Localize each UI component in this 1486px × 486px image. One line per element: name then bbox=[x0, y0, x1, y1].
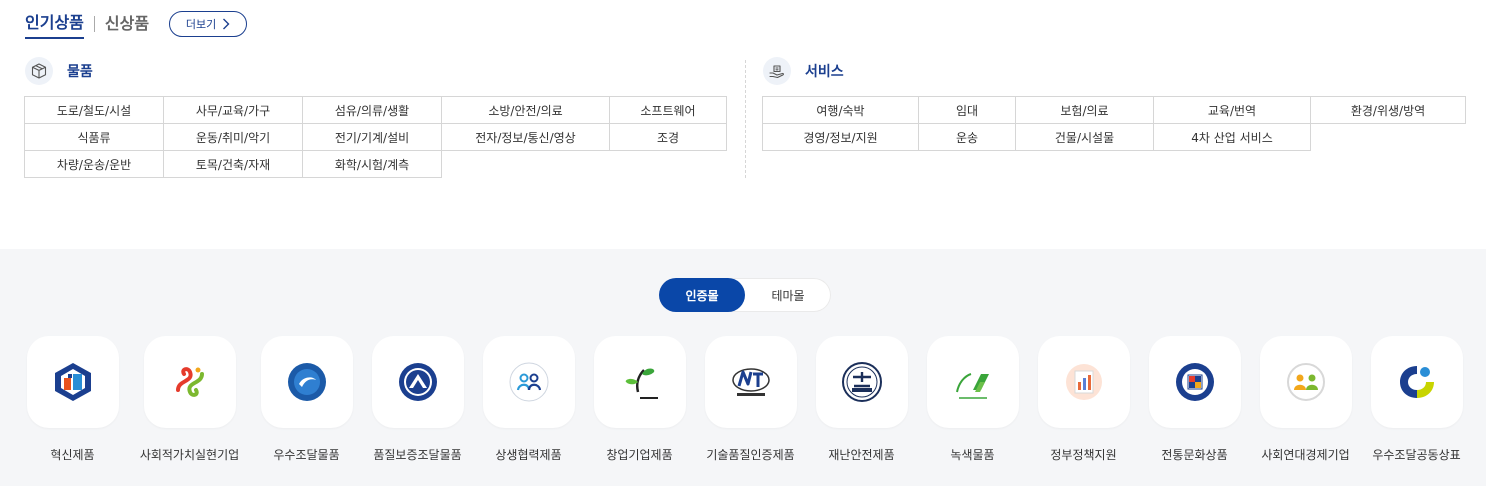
service-category-item[interactable]: 임대 bbox=[919, 97, 1016, 124]
section-divider bbox=[745, 60, 746, 178]
cert-item-win-win[interactable]: 상생협력제품 bbox=[473, 336, 584, 463]
policy-support-icon bbox=[1065, 364, 1102, 400]
tab-separator bbox=[93, 16, 95, 32]
cert-card bbox=[1259, 336, 1352, 428]
joint-brand-icon bbox=[1399, 366, 1434, 398]
goods-category-item[interactable]: 조경 bbox=[610, 124, 727, 151]
goods-category-grid: 도로/철도/시설 사무/교육/가구 섬유/의류/생활 소방/안전/의료 소프트웨… bbox=[24, 96, 727, 178]
excellent-procurement-icon bbox=[287, 363, 326, 401]
cert-label: 창업기업제품 bbox=[606, 448, 673, 462]
chevron-right-icon bbox=[223, 18, 230, 30]
cert-item-excellent-procurement[interactable]: 우수조달물품 bbox=[251, 336, 362, 463]
innovation-product-icon bbox=[54, 363, 91, 401]
services-section-header: 서비스 bbox=[763, 57, 844, 85]
service-hand-icon bbox=[763, 57, 791, 85]
social-solidarity-icon bbox=[1286, 363, 1325, 401]
goods-category-item[interactable]: 차량/운송/운반 bbox=[25, 151, 164, 178]
box-icon bbox=[25, 57, 53, 85]
service-category-item[interactable]: 건물/시설물 bbox=[1016, 124, 1154, 151]
toggle-theme-mall[interactable]: 테마몰 bbox=[745, 278, 831, 312]
goods-category-item[interactable]: 전기/기계/설비 bbox=[303, 124, 442, 151]
cert-item-policy-support[interactable]: 정부정책지원 bbox=[1028, 336, 1139, 463]
cert-card bbox=[1148, 336, 1241, 428]
cert-label: 녹색물품 bbox=[950, 448, 995, 462]
cert-item-startup[interactable]: 창업기업제품 bbox=[584, 336, 695, 463]
goods-category-item[interactable]: 소프트웨어 bbox=[610, 97, 727, 124]
cert-label: 사회연대경제기업 bbox=[1261, 448, 1350, 462]
service-category-item[interactable]: 4차 산업 서비스 bbox=[1154, 124, 1311, 151]
service-category-item[interactable]: 여행/숙박 bbox=[763, 97, 919, 124]
goods-category-item[interactable]: 소방/안전/의료 bbox=[442, 97, 610, 124]
cert-card bbox=[143, 336, 236, 428]
goods-category-item[interactable]: 섬유/의류/생활 bbox=[303, 97, 442, 124]
mall-toggle: 인증몰 테마몰 bbox=[659, 278, 831, 312]
cert-label: 재난안전제품 bbox=[828, 448, 895, 462]
tab-new[interactable]: 신상품 bbox=[105, 10, 149, 38]
cert-card bbox=[815, 336, 908, 428]
certification-mall-area: 인증몰 테마몰 혁신제품 사회적가치실현기업 우수조달물품 품질보증조달물품 상… bbox=[0, 249, 1486, 486]
cert-item-tech-quality[interactable]: 기술품질인증제품 bbox=[695, 336, 806, 463]
service-category-item[interactable]: 교육/번역 bbox=[1154, 97, 1311, 124]
cert-item-innovation[interactable]: 혁신제품 bbox=[17, 336, 128, 463]
goods-category-item[interactable]: 도로/철도/시설 bbox=[25, 97, 164, 124]
disaster-safety-icon bbox=[841, 362, 882, 402]
cert-label: 상생협력제품 bbox=[495, 448, 562, 462]
service-category-item[interactable]: 운송 bbox=[919, 124, 1016, 151]
cert-label: 혁신제품 bbox=[50, 448, 95, 462]
cert-card bbox=[926, 336, 1019, 428]
cert-card bbox=[260, 336, 353, 428]
cert-item-social-solidarity[interactable]: 사회연대경제기업 bbox=[1250, 336, 1361, 463]
startup-icon bbox=[625, 368, 658, 399]
goods-category-item[interactable]: 식품류 bbox=[25, 124, 164, 151]
traditional-culture-icon bbox=[1175, 363, 1214, 401]
more-button[interactable]: 더보기 bbox=[169, 11, 248, 37]
social-value-icon bbox=[175, 367, 204, 397]
cert-label: 정부정책지원 bbox=[1050, 448, 1117, 462]
goods-title: 물품 bbox=[67, 64, 93, 80]
tech-quality-icon bbox=[731, 368, 770, 396]
cert-item-social-value[interactable]: 사회적가치실현기업 bbox=[134, 336, 245, 463]
cert-label: 우수조달공동상표 bbox=[1372, 448, 1461, 462]
cert-label: 품질보증조달물품 bbox=[373, 448, 462, 462]
services-title: 서비스 bbox=[805, 64, 844, 80]
service-category-item[interactable]: 경영/정보/지원 bbox=[763, 124, 919, 151]
cert-item-disaster-safety[interactable]: 재난안전제품 bbox=[806, 336, 917, 463]
cert-card bbox=[1370, 336, 1463, 428]
cert-item-green[interactable]: 녹색물품 bbox=[917, 336, 1028, 463]
cert-card bbox=[1037, 336, 1130, 428]
goods-category-item[interactable]: 전자/정보/통신/영상 bbox=[442, 124, 610, 151]
win-win-cooperation-icon bbox=[509, 362, 548, 402]
cert-item-traditional-culture[interactable]: 전통문화상품 bbox=[1139, 336, 1250, 463]
cert-label: 전통문화상품 bbox=[1161, 448, 1228, 462]
cert-card bbox=[371, 336, 464, 428]
cert-label: 사회적가치실현기업 bbox=[139, 448, 240, 462]
goods-category-item[interactable]: 토목/건축/자재 bbox=[164, 151, 303, 178]
cert-item-quality-assurance[interactable]: 품질보증조달물품 bbox=[362, 336, 473, 463]
tab-popular[interactable]: 인기상품 bbox=[25, 9, 84, 39]
green-certification-icon bbox=[955, 373, 989, 399]
cert-card bbox=[26, 336, 119, 428]
cert-item-joint-brand[interactable]: 우수조달공동상표 bbox=[1361, 336, 1472, 463]
services-category-grid: 여행/숙박 임대 보험/의료 교육/번역 환경/위생/방역 경영/정보/지원 운… bbox=[762, 96, 1466, 151]
cert-card bbox=[704, 336, 797, 428]
toggle-cert-mall[interactable]: 인증몰 bbox=[659, 278, 745, 312]
cert-label: 우수조달물품 bbox=[273, 448, 340, 462]
service-category-item[interactable]: 보험/의료 bbox=[1016, 97, 1154, 124]
product-tabs: 인기상품 신상품 더보기 bbox=[25, 8, 248, 40]
cert-card bbox=[593, 336, 686, 428]
service-category-item[interactable]: 환경/위생/방역 bbox=[1311, 97, 1466, 124]
goods-category-item[interactable]: 운동/취미/악기 bbox=[164, 124, 303, 151]
goods-category-item[interactable]: 화학/시험/계측 bbox=[303, 151, 442, 178]
goods-category-item[interactable]: 사무/교육/가구 bbox=[164, 97, 303, 124]
more-button-label: 더보기 bbox=[185, 19, 217, 31]
goods-section-header: 물품 bbox=[25, 57, 93, 85]
cert-label: 기술품질인증제품 bbox=[706, 448, 795, 462]
cert-card bbox=[482, 336, 575, 428]
quality-assurance-icon bbox=[398, 363, 437, 401]
